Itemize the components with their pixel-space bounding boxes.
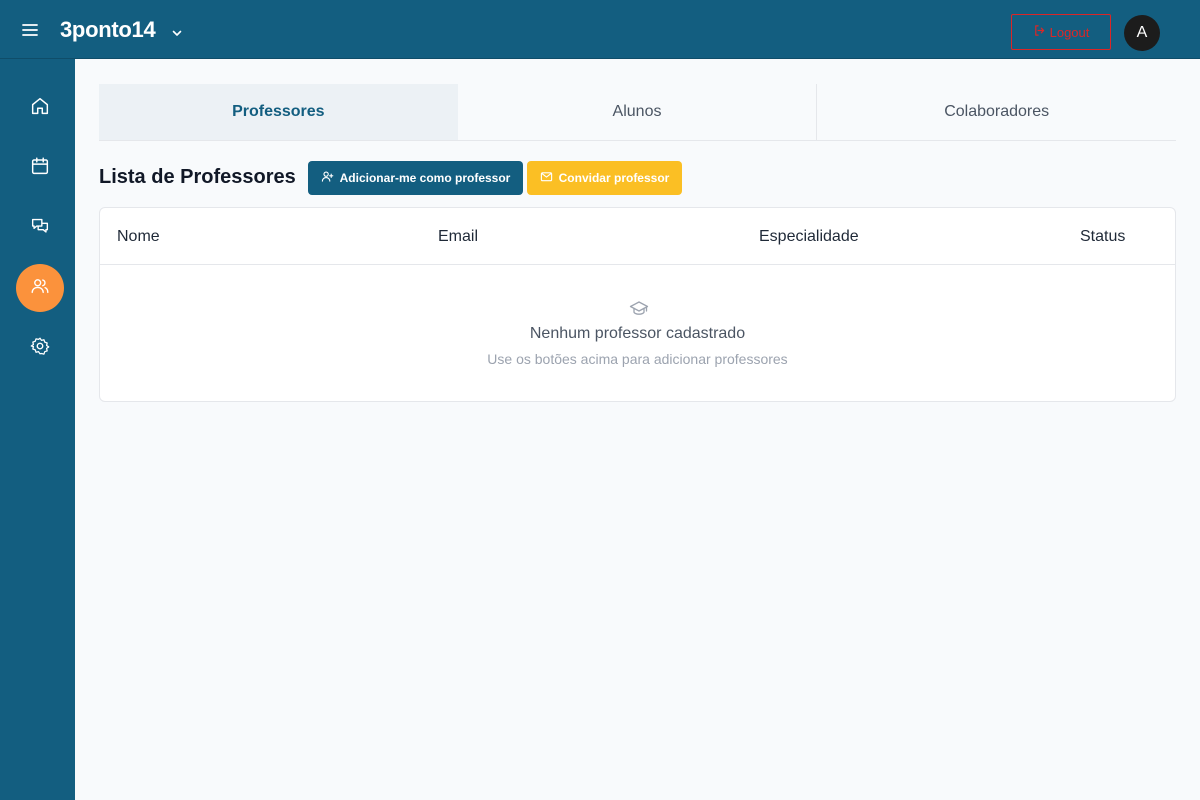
- tab-alunos[interactable]: Alunos: [458, 84, 817, 140]
- chat-icon: [29, 215, 51, 242]
- empty-state-title: Nenhum professor cadastrado: [529, 325, 746, 342]
- sidebar: [0, 59, 75, 800]
- home-icon: [29, 95, 51, 122]
- column-header-nome[interactable]: Nome: [117, 228, 160, 246]
- sidebar-item-home[interactable]: [16, 84, 64, 132]
- invite-label: Convidar professor: [558, 171, 670, 185]
- calendar-icon: [29, 155, 51, 182]
- invite-professor-button[interactable]: Convidar professor: [527, 161, 682, 195]
- logout-label: Logout: [1049, 24, 1090, 40]
- add-self-label: Adicionar-me como professor: [339, 171, 511, 185]
- column-header-email[interactable]: Email: [438, 228, 478, 246]
- chevron-down-icon[interactable]: [171, 26, 183, 38]
- tab-colaboradores[interactable]: Colaboradores: [816, 84, 1176, 140]
- section-title: Lista de Professores: [99, 166, 296, 188]
- table-header: Nome Email Especialidade Status: [100, 208, 1175, 265]
- avatar[interactable]: A: [1124, 15, 1160, 51]
- sidebar-item-messages[interactable]: [16, 204, 64, 252]
- logout-icon: [1033, 24, 1046, 40]
- column-header-status[interactable]: Status: [1080, 228, 1125, 246]
- menu-icon[interactable]: [20, 20, 40, 40]
- sidebar-item-calendar[interactable]: [16, 144, 64, 192]
- empty-state-subtitle: Use os botões acima para adicionar profe…: [487, 351, 788, 367]
- professors-table: Nome Email Especialidade Status Nenhum p…: [99, 207, 1176, 402]
- sidebar-item-users[interactable]: [16, 264, 64, 312]
- top-bar: 3ponto14 Logout A: [0, 0, 1200, 59]
- tab-professores[interactable]: Professores: [99, 84, 458, 140]
- logout-button[interactable]: Logout: [1011, 14, 1111, 50]
- graduation-cap-icon: [629, 299, 649, 317]
- mail-icon: [540, 170, 553, 186]
- tab-bar: Professores Alunos Colaboradores: [99, 84, 1176, 141]
- sidebar-item-settings[interactable]: [16, 324, 64, 372]
- users-icon: [29, 275, 51, 302]
- user-plus-icon: [321, 170, 334, 186]
- brand-name[interactable]: 3ponto14: [60, 17, 156, 43]
- column-header-especialidade[interactable]: Especialidade: [759, 228, 859, 246]
- add-self-as-professor-button[interactable]: Adicionar-me como professor: [308, 161, 523, 195]
- gear-icon: [29, 335, 51, 362]
